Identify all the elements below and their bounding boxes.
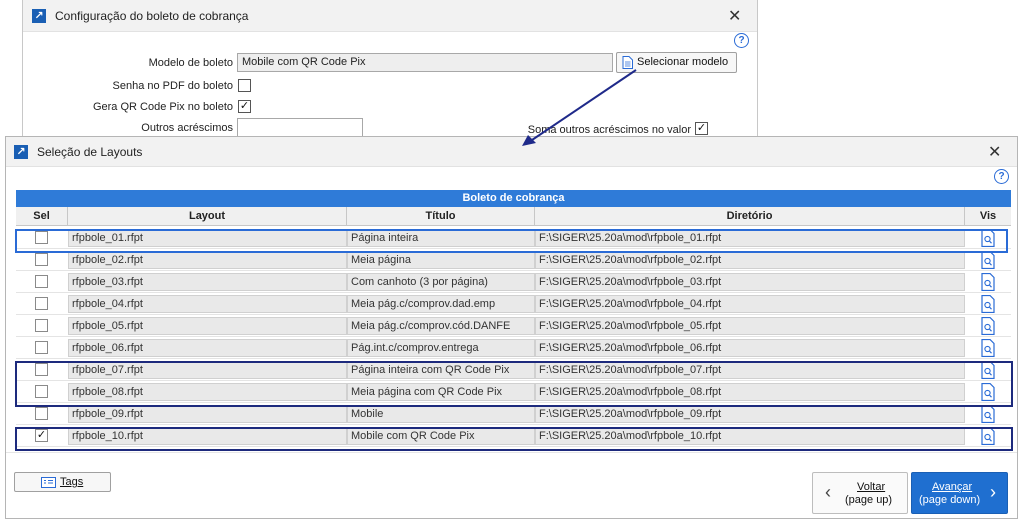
tags-button[interactable]: Tags xyxy=(14,472,111,492)
config-boleto-window: ↗ Configuração do boleto de cobrança ✕ ?… xyxy=(22,0,758,150)
voltar-label: Voltar xyxy=(857,481,886,493)
table-row[interactable]: rfpbole_05.rfpt Meia pág.c/comprov.cód.DA… xyxy=(16,315,1011,337)
tags-icon xyxy=(41,477,56,488)
app-arrow-icon: ↗ xyxy=(32,9,46,23)
selecao-layouts-window: ↗ Seleção de Layouts ✕ ? Boleto de cobra… xyxy=(5,136,1018,519)
table-row[interactable]: rfpbole_06.rfpt Pág.int.c/comprov.entrega… xyxy=(16,337,1011,359)
footer-divider xyxy=(6,452,1017,453)
cell-titulo: Pág.int.c/comprov.entrega xyxy=(347,339,535,357)
row-select-checkbox[interactable] xyxy=(35,253,48,266)
cell-layout: rfpbole_05.rfpt xyxy=(68,317,347,335)
help-icon[interactable]: ? xyxy=(734,33,749,48)
highlight-box-mobile-qr-row xyxy=(15,427,1013,451)
grid-header: Sel Layout Título Diretório Vis xyxy=(16,207,1011,226)
cell-titulo: Meia página xyxy=(347,251,535,269)
senha-label: Senha no PDF do boleto xyxy=(112,80,233,92)
outros-label: Outros acréscimos xyxy=(141,122,233,134)
table-row[interactable]: rfpbole_04.rfpt Meia pág.c/comprov.dad.em… xyxy=(16,293,1011,315)
header-vis[interactable]: Vis xyxy=(965,207,1011,226)
soma-label: Soma outros acréscimos no valor xyxy=(527,124,691,136)
gera-qr-label: Gera QR Code Pix no boleto xyxy=(92,101,233,113)
cell-titulo: Meia pág.c/comprov.dad.emp xyxy=(347,295,535,313)
cell-layout: rfpbole_04.rfpt xyxy=(68,295,347,313)
avancar-button[interactable]: Avançar (page down) › xyxy=(911,472,1008,514)
preview-doc-icon[interactable] xyxy=(980,295,996,313)
row-select-checkbox[interactable] xyxy=(35,319,48,332)
header-sel[interactable]: Sel xyxy=(16,207,68,226)
row-select-checkbox[interactable] xyxy=(35,341,48,354)
cell-diretorio: F:\SIGER\25.20a\mod\rfpbole_06.rfpt xyxy=(535,339,965,357)
cell-layout: rfpbole_03.rfpt xyxy=(68,273,347,291)
preview-doc-icon[interactable] xyxy=(980,317,996,335)
selecao-title: Seleção de Layouts xyxy=(37,145,143,159)
cell-diretorio: F:\SIGER\25.20a\mod\rfpbole_02.rfpt xyxy=(535,251,965,269)
header-layout[interactable]: Layout xyxy=(68,207,347,226)
preview-doc-icon[interactable] xyxy=(980,251,996,269)
preview-doc-icon[interactable] xyxy=(980,405,996,423)
cell-titulo: Meia pág.c/comprov.cód.DANFE xyxy=(347,317,535,335)
selecionar-modelo-label: Selecionar modelo xyxy=(637,56,729,68)
help-icon[interactable]: ? xyxy=(994,169,1009,184)
gera-qr-checkbox[interactable]: ✓ xyxy=(238,100,251,113)
cell-diretorio: F:\SIGER\25.20a\mod\rfpbole_05.rfpt xyxy=(535,317,965,335)
chevron-right-icon: › xyxy=(990,482,996,502)
cell-titulo: Com canhoto (3 por página) xyxy=(347,273,535,291)
preview-doc-icon[interactable] xyxy=(980,273,996,291)
grid-caption: Boleto de cobrança xyxy=(16,190,1011,207)
selecionar-modelo-button[interactable]: Selecionar modelo xyxy=(616,52,737,73)
modelo-label: Modelo de boleto xyxy=(148,57,233,69)
cell-diretorio: F:\SIGER\25.20a\mod\rfpbole_04.rfpt xyxy=(535,295,965,313)
row-select-checkbox[interactable] xyxy=(35,275,48,288)
cell-layout: rfpbole_09.rfpt xyxy=(68,405,347,423)
voltar-button[interactable]: ‹ Voltar (page up) xyxy=(812,472,908,514)
highlight-box-qr-rows xyxy=(15,361,1013,407)
outros-acrescimos-input[interactable] xyxy=(237,118,363,137)
chevron-left-icon: ‹ xyxy=(825,482,831,502)
cell-titulo: Mobile xyxy=(347,405,535,423)
cell-diretorio: F:\SIGER\25.20a\mod\rfpbole_03.rfpt xyxy=(535,273,965,291)
table-row[interactable]: rfpbole_03.rfpt Com canhoto (3 por página… xyxy=(16,271,1011,293)
selecao-titlebar: ↗ Seleção de Layouts ✕ xyxy=(6,137,1017,167)
row-select-checkbox[interactable] xyxy=(35,407,48,420)
preview-doc-icon[interactable] xyxy=(980,339,996,357)
modelo-field[interactable]: Mobile com QR Code Pix xyxy=(237,53,613,72)
header-diretorio[interactable]: Diretório xyxy=(535,207,965,226)
close-icon[interactable]: ✕ xyxy=(728,6,741,26)
cell-layout: rfpbole_06.rfpt xyxy=(68,339,347,357)
header-titulo[interactable]: Título xyxy=(347,207,535,226)
config-boleto-titlebar: ↗ Configuração do boleto de cobrança ✕ xyxy=(23,0,757,32)
config-boleto-title: Configuração do boleto de cobrança xyxy=(55,9,249,23)
app-arrow-icon: ↗ xyxy=(14,145,28,159)
avancar-sub: (page down) xyxy=(919,494,981,506)
avancar-label: Avançar xyxy=(932,481,973,493)
row-select-checkbox[interactable] xyxy=(35,297,48,310)
voltar-sub: (page up) xyxy=(845,494,893,506)
current-row-highlight xyxy=(15,229,1008,253)
tags-label: Tags xyxy=(60,476,84,488)
senha-checkbox[interactable] xyxy=(238,79,251,92)
cell-diretorio: F:\SIGER\25.20a\mod\rfpbole_09.rfpt xyxy=(535,405,965,423)
soma-checkbox[interactable]: ✓ xyxy=(695,122,708,135)
cell-layout: rfpbole_02.rfpt xyxy=(68,251,347,269)
document-icon xyxy=(622,56,633,69)
close-icon[interactable]: ✕ xyxy=(988,142,1001,162)
